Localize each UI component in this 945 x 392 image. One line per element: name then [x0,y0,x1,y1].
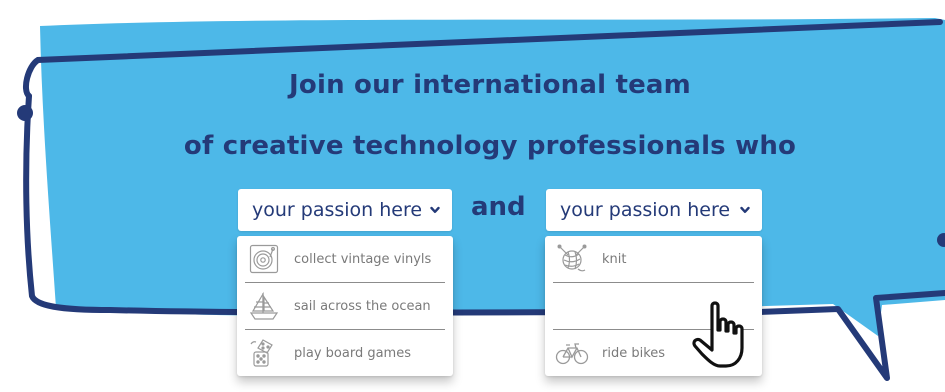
passion-select-2[interactable]: your passion here [546,189,762,231]
option-knit[interactable]: knit [545,236,762,282]
option-label: sail across the ocean [294,298,431,314]
option-sail-across-the-ocean[interactable]: sail across the ocean [237,283,453,329]
chevron-down-icon [740,206,750,213]
passion-dropdown-1: collect vintage vinyls sail across the o… [237,236,453,376]
headline-line-1: Join our international team [289,70,691,100]
vinyl-record-icon [247,242,281,276]
option-label: knit [602,251,627,267]
option-collect-vintage-vinyls[interactable]: collect vintage vinyls [237,236,453,282]
headline-line-2: of creative technology professionals who [183,131,797,161]
sailboat-icon [247,289,281,323]
passion-select-1[interactable]: your passion here [238,189,452,231]
speech-bubble-fill [40,18,945,336]
pointer-hand-cursor-icon [692,301,744,368]
option-label: ride bikes [602,345,666,361]
conjunction-and: and [471,192,526,222]
passion-select-1-value: your passion here [252,199,423,221]
yarn-ball-icon [555,242,589,276]
bicycle-icon [555,336,589,370]
dice-icon [247,336,281,370]
option-label: play board games [294,345,411,361]
option-play-board-games[interactable]: play board games [237,330,453,376]
passion-select-2-value: your passion here [560,199,731,221]
outline-dot-left [17,105,33,121]
option-label: collect vintage vinyls [294,251,432,267]
chevron-down-icon [430,206,440,213]
